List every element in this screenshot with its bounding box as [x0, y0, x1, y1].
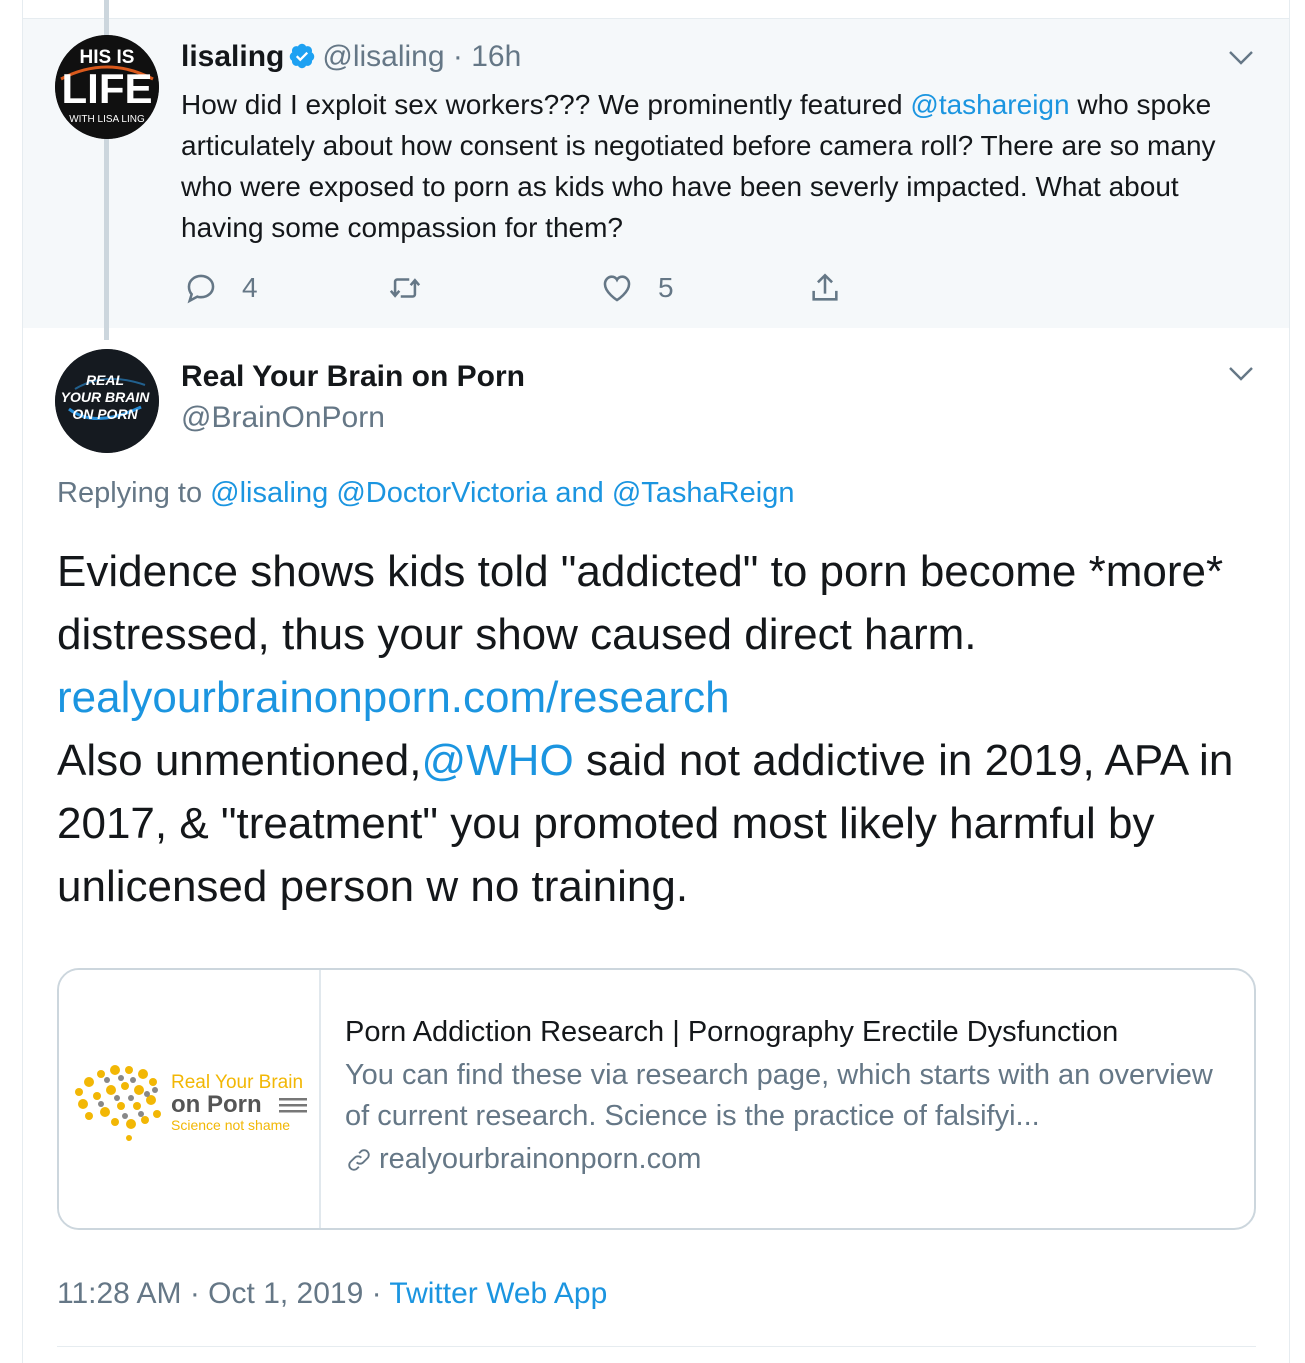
brainonporn-avatar[interactable]: REAL YOUR BRAIN ON PORN	[55, 349, 159, 453]
share-button[interactable]	[808, 268, 842, 308]
mention-link[interactable]: @TashaReign	[612, 477, 795, 509]
link-icon	[348, 1148, 370, 1171]
chevron-down-icon[interactable]	[1228, 50, 1254, 66]
tweet-source-link[interactable]: Twitter Web App	[389, 1277, 607, 1310]
mention-link[interactable]: @DoctorVictoria	[336, 477, 547, 509]
card-body: Porn Addiction Research | Pornography Er…	[345, 1016, 1235, 1176]
parent-tweet-header: lisaling @lisaling · 16h	[181, 40, 521, 74]
card-title: Porn Addiction Research | Pornography Er…	[345, 1016, 1119, 1048]
tweet-text: Evidence shows kids told "addicted" to p…	[57, 547, 1224, 659]
share-icon	[812, 273, 838, 301]
mention-link[interactable]: @WHO	[421, 736, 573, 785]
retweet-icon	[389, 278, 421, 298]
verified-badge-icon	[290, 43, 315, 69]
avatar-text: YOUR BRAIN	[61, 389, 151, 405]
card-logo-text: Science not shame	[171, 1117, 290, 1133]
replying-and[interactable]: and	[547, 477, 612, 509]
reply-icon	[187, 274, 215, 304]
mention-link[interactable]: @tashareign	[910, 89, 1069, 120]
retweet-button[interactable]	[388, 268, 422, 308]
like-icon	[603, 275, 631, 302]
avatar-text: REAL	[86, 372, 124, 388]
chevron-down-icon[interactable]	[1228, 366, 1254, 382]
avatar-text: WITH LISA LING	[69, 114, 145, 125]
url-link[interactable]: realyourbrainonporn.com/research	[57, 673, 730, 722]
card-thumbnail: Real Your Brain on Porn Science not sham…	[59, 970, 321, 1228]
link-preview-card[interactable]: Real Your Brain on Porn Science not sham…	[57, 968, 1256, 1230]
tweet-timestamp[interactable]: 11:28 AM · Oct 1, 2019 ·	[57, 1277, 389, 1310]
avatar-text: LIFE	[62, 65, 153, 112]
replying-to: Replying to @lisaling @DoctorVictoria an…	[57, 477, 794, 510]
replying-label: Replying to	[57, 477, 211, 509]
tweet-text: How did I exploit sex workers??? We prom…	[181, 89, 911, 120]
lisaling-avatar[interactable]: HIS IS LIFE WITH LISA LING	[55, 35, 159, 139]
tweet-time[interactable]: · 16h	[453, 40, 521, 73]
card-logo-text: Real Your Brain	[171, 1072, 303, 1093]
card-domain-text: realyourbrainonporn.com	[379, 1143, 702, 1175]
author-name[interactable]: lisaling	[181, 40, 284, 73]
tweet-text: Also unmentioned,	[57, 736, 422, 785]
parent-tweet-text: How did I exploit sex workers??? We prom…	[181, 84, 1261, 248]
author-name[interactable]: Real Your Brain on Porn	[181, 360, 525, 394]
brain-logo-icon: Real Your Brain on Porn Science not sham…	[75, 1065, 307, 1141]
author-handle[interactable]: @BrainOnPorn	[181, 401, 385, 435]
mention-link[interactable]: @lisaling	[210, 477, 328, 509]
like-count: 5	[658, 272, 674, 303]
main-tweet-text: Evidence shows kids told "addicted" to p…	[57, 540, 1257, 918]
author-handle[interactable]: @lisaling	[322, 40, 444, 73]
card-domain: realyourbrainonporn.com	[345, 1143, 1235, 1176]
divider	[57, 1346, 1256, 1347]
card-logo-text: on Porn	[171, 1091, 262, 1118]
reply-count: 4	[242, 272, 258, 303]
reply-button[interactable]: 4	[184, 268, 258, 308]
avatar-text: ON PORN	[72, 406, 138, 422]
card-description: You can find these via research page, wh…	[345, 1059, 1213, 1132]
tweet-metadata: 11:28 AM · Oct 1, 2019 · Twitter Web App	[57, 1277, 607, 1311]
like-button[interactable]: 5	[600, 268, 674, 308]
